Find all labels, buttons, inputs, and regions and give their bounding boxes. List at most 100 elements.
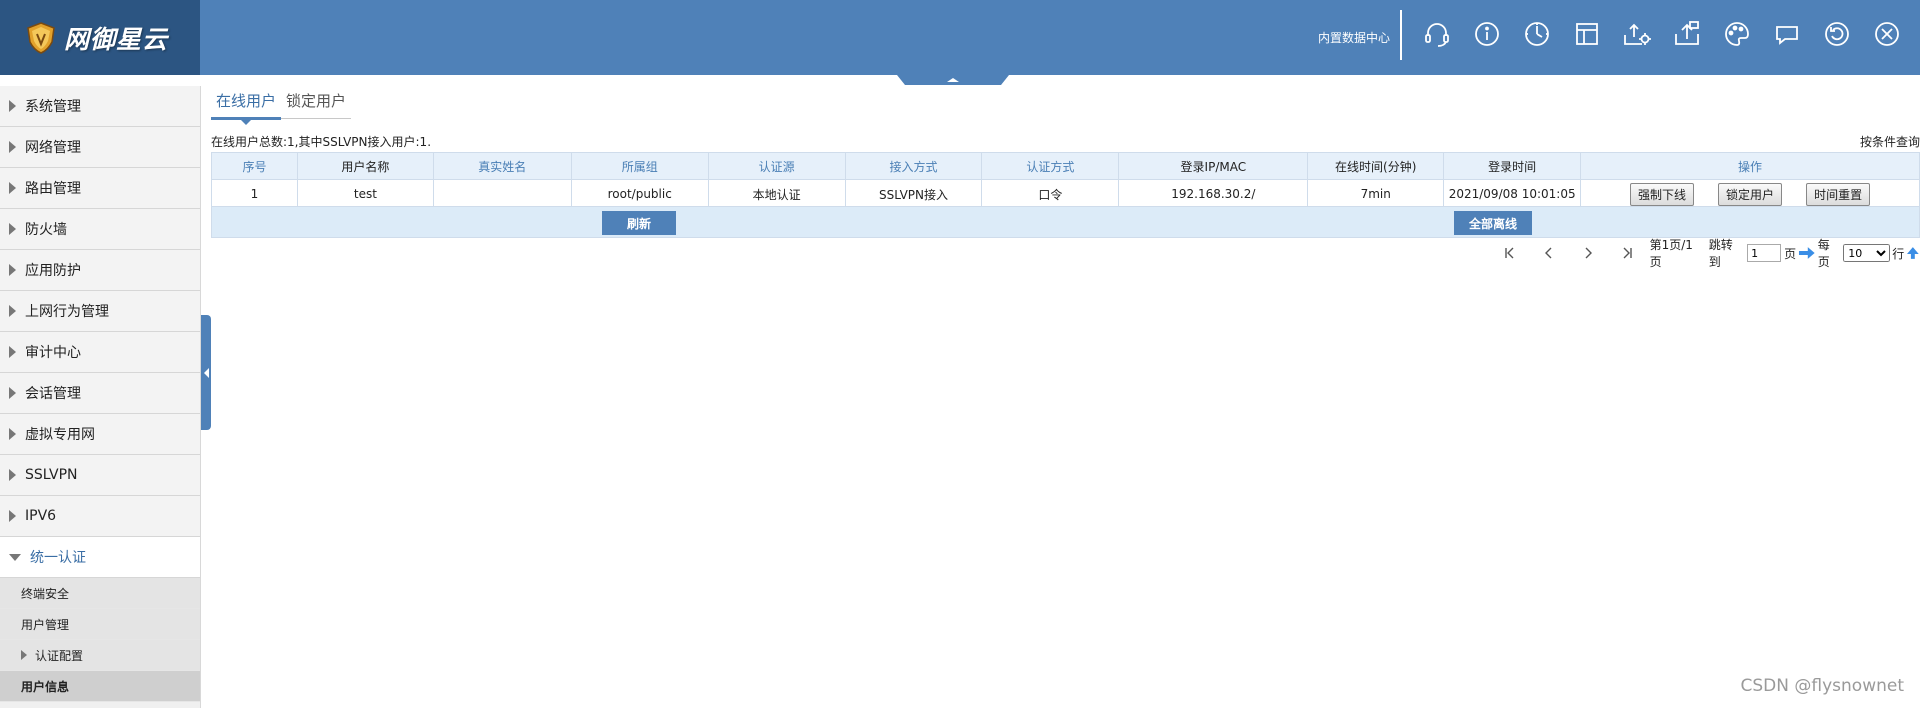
col-header-index: 序号	[211, 152, 298, 180]
cell-access-method: SSLVPN接入	[844, 179, 983, 209]
logo: 网御星云	[0, 0, 200, 75]
layout-icon[interactable]	[1562, 14, 1612, 54]
col-header-login-ip: 登录IP/MAC	[1118, 152, 1309, 180]
tab-locked-users[interactable]: 锁定用户	[281, 86, 351, 117]
top-header: 网御星云 内置数据中心	[0, 0, 1920, 75]
cell-real-name	[432, 179, 572, 209]
col-header-username: 用户名称	[296, 152, 434, 180]
cell-index: 1	[211, 179, 298, 209]
expand-arrow-icon	[9, 469, 16, 481]
col-header-real-name: 真实姓名	[432, 152, 572, 180]
expand-arrow-icon	[9, 428, 16, 440]
header-divider	[1400, 10, 1402, 60]
upload-icon[interactable]	[1662, 14, 1712, 54]
scroll-top-icon[interactable]	[1906, 246, 1920, 260]
col-header-login-time: 登录时间	[1443, 152, 1582, 180]
reset-time-button[interactable]: 时间重置	[1806, 182, 1871, 206]
sidebar-subitem-user-info[interactable]: 用户信息	[0, 671, 200, 702]
last-page-icon[interactable]	[1607, 242, 1646, 264]
first-page-icon[interactable]	[1490, 242, 1529, 264]
expand-arrow-icon	[9, 387, 16, 399]
cell-group: root/public	[570, 179, 709, 209]
data-center-link[interactable]: 内置数据中心	[1300, 0, 1390, 75]
collapse-arrow-icon	[9, 553, 21, 561]
header-collapse-notch[interactable]	[897, 75, 1009, 85]
expand-arrow-icon	[9, 510, 16, 522]
clock-icon[interactable]	[1512, 14, 1562, 54]
table-header-row: 序号 用户名称 真实姓名 所属组 认证源 接入方式 认证方式 登录IP/MAC …	[211, 152, 1920, 180]
row-unit-label: 行	[1892, 246, 1905, 261]
expand-arrow-icon	[9, 100, 16, 112]
expand-arrow-icon	[9, 346, 16, 358]
logo-text: 网御星云	[64, 24, 169, 54]
conditional-search-link[interactable]: 按条件查询	[1860, 133, 1920, 150]
sidebar-item-sslvpn[interactable]: SSLVPN	[0, 455, 200, 496]
info-icon[interactable]	[1462, 14, 1512, 54]
page-unit-label: 页	[1784, 246, 1797, 261]
table-action-bar: 刷新 全部离线	[211, 206, 1920, 238]
export-settings-icon[interactable]	[1612, 14, 1662, 54]
expand-arrow-icon	[21, 650, 27, 660]
sidebar-item-firewall[interactable]: 防火墙	[0, 209, 200, 250]
lock-user-button[interactable]: 锁定用户	[1718, 182, 1783, 206]
col-header-online-time: 在线时间(分钟)	[1307, 152, 1445, 180]
close-icon[interactable]	[1862, 14, 1912, 54]
cell-username: test	[296, 179, 434, 209]
col-header-group: 所属组	[570, 152, 709, 180]
cell-auth-source: 本地认证	[707, 179, 846, 209]
tab-online-users[interactable]: 在线用户	[211, 86, 282, 125]
cell-online-time: 7min	[1307, 179, 1445, 209]
sidebar-item-system[interactable]: 系统管理	[0, 86, 200, 127]
sidebar-item-vpn[interactable]: 虚拟专用网	[0, 414, 200, 455]
sidebar-item-session[interactable]: 会话管理	[0, 373, 200, 414]
prev-page-icon[interactable]	[1529, 242, 1568, 264]
cell-actions: 强制下线 锁定用户 时间重置	[1580, 179, 1920, 209]
expand-arrow-icon	[9, 182, 16, 194]
per-page-select[interactable]: 10	[1843, 244, 1891, 262]
sidebar-item-ipv6[interactable]: IPV6	[0, 496, 200, 537]
cell-login-ip: 192.168.30.2/	[1118, 179, 1309, 209]
sidebar-item-unified-auth[interactable]: 统一认证	[0, 537, 200, 578]
sidebar-item-audit[interactable]: 审计中心	[0, 332, 200, 373]
col-header-auth-source: 认证源	[707, 152, 846, 180]
palette-icon[interactable]	[1712, 14, 1762, 54]
jump-label: 跳转到	[1708, 238, 1733, 269]
online-users-table: 序号 用户名称 真实姓名 所属组 认证源 接入方式 认证方式 登录IP/MAC …	[211, 152, 1920, 209]
chevron-left-icon	[203, 367, 209, 378]
chat-icon[interactable]	[1762, 14, 1812, 54]
sidebar: 系统管理 网络管理 路由管理 防火墙 应用防护 上网行为管理 审计中心 会话管理…	[0, 86, 201, 708]
sidebar-item-app-protection[interactable]: 应用防护	[0, 250, 200, 291]
headset-icon[interactable]	[1412, 14, 1462, 54]
sidebar-subitem-terminal-security[interactable]: 终端安全	[0, 578, 200, 609]
cell-login-time: 2021/09/08 10:01:05	[1443, 179, 1582, 209]
expand-arrow-icon	[9, 264, 16, 276]
sidebar-item-routing[interactable]: 路由管理	[0, 168, 200, 209]
sidebar-item-network[interactable]: 网络管理	[0, 127, 200, 168]
expand-arrow-icon	[9, 223, 16, 235]
pagination: 第1页/1页 跳转到 页 每页 10 行	[1490, 238, 1920, 269]
table-row: 1 test root/public 本地认证 SSLVPN接入 口令 192.…	[211, 179, 1920, 209]
go-arrow-icon[interactable]	[1798, 246, 1816, 260]
sidebar-subitem-user-management[interactable]: 用户管理	[0, 609, 200, 640]
expand-arrow-icon	[9, 141, 16, 153]
col-header-actions: 操作	[1580, 152, 1920, 180]
watermark: CSDN @flysnownet	[1740, 676, 1904, 696]
per-page-label: 每页	[1817, 238, 1830, 269]
col-header-auth-method: 认证方式	[981, 152, 1120, 180]
refresh-icon[interactable]	[1812, 14, 1862, 54]
sidebar-collapse-handle[interactable]	[201, 315, 211, 430]
sidebar-item-web-behavior[interactable]: 上网行为管理	[0, 291, 200, 332]
sidebar-subitem-auth-config[interactable]: 认证配置	[0, 640, 200, 671]
col-header-access-method: 接入方式	[844, 152, 983, 180]
expand-arrow-icon	[9, 305, 16, 317]
all-offline-button[interactable]: 全部离线	[1454, 211, 1532, 235]
page-info: 第1页/1页	[1649, 238, 1693, 269]
force-offline-button[interactable]: 强制下线	[1630, 182, 1695, 206]
shield-logo-icon	[27, 21, 55, 54]
page-number-input[interactable]	[1747, 244, 1782, 262]
next-page-icon[interactable]	[1568, 242, 1607, 264]
online-summary: 在线用户总数:1,其中SSLVPN接入用户:1.	[211, 135, 432, 149]
refresh-button[interactable]: 刷新	[602, 211, 676, 235]
cell-auth-method: 口令	[981, 179, 1120, 209]
tab-bar: 在线用户 锁定用户	[211, 86, 352, 125]
